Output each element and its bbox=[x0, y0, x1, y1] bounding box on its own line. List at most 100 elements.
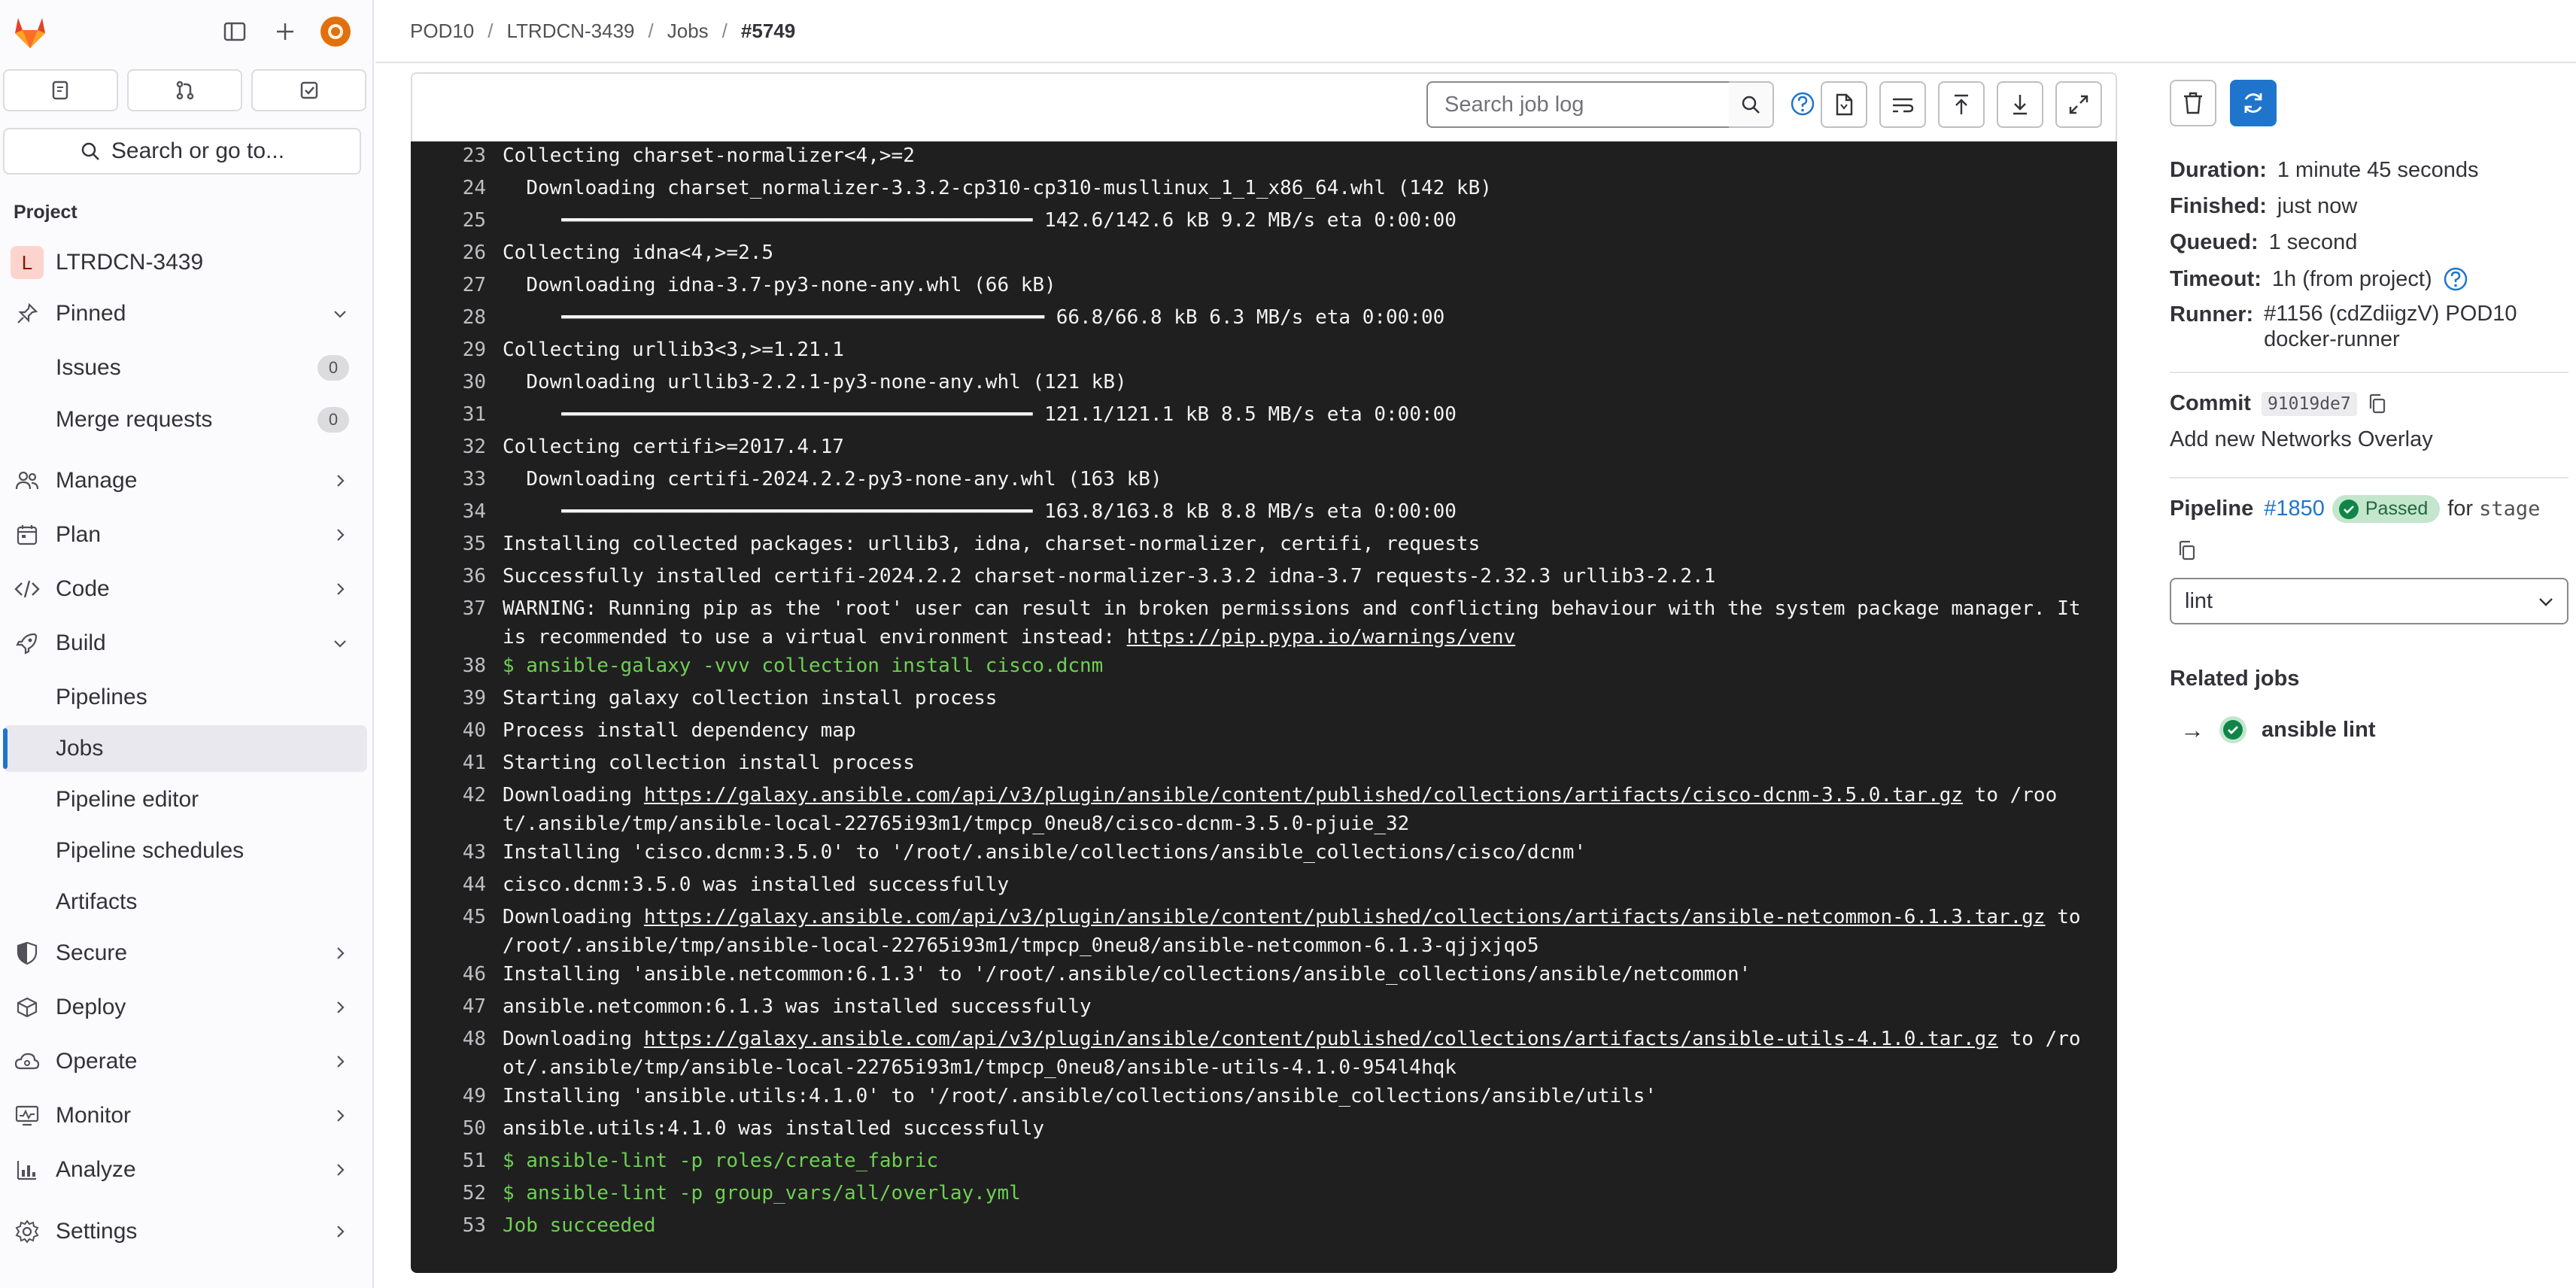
log-text: ━━━━━━━━━━━━━━━━━━━━━━━━━━━━━━━━━━━━━━━━… bbox=[503, 209, 1457, 232]
search-log-button[interactable] bbox=[1729, 81, 1774, 128]
pipeline-link[interactable]: #1850 bbox=[2264, 497, 2325, 521]
log-text: Job succeeded bbox=[503, 1214, 656, 1237]
log-line-number[interactable]: 29 bbox=[411, 336, 503, 368]
assigned-issues-button[interactable] bbox=[3, 69, 118, 111]
sidebar-item-build[interactable]: Build bbox=[3, 620, 367, 667]
log-line-number[interactable]: 31 bbox=[411, 400, 503, 433]
search-icon bbox=[1742, 96, 1760, 114]
log-link[interactable]: https://galaxy.ansible.com/api/v3/plugin… bbox=[644, 784, 1963, 807]
todo-button[interactable] bbox=[251, 69, 366, 111]
log-line-number[interactable]: 25 bbox=[411, 206, 503, 238]
log-line-number[interactable]: 46 bbox=[411, 960, 503, 992]
copy-icon[interactable] bbox=[2368, 393, 2387, 415]
plus-icon[interactable] bbox=[269, 15, 302, 48]
stage-select[interactable]: lint bbox=[2170, 578, 2568, 624]
user-avatar-icon[interactable] bbox=[319, 15, 352, 48]
log-link[interactable]: https://galaxy.ansible.com/api/v3/plugin… bbox=[644, 906, 2046, 928]
sidebar-item-secure[interactable]: Secure bbox=[3, 930, 367, 977]
log-line-number[interactable]: 39 bbox=[411, 684, 503, 716]
sidebar-item-pipeline-schedules[interactable]: Pipeline schedules bbox=[3, 828, 367, 874]
sidebar-item-label: Operate bbox=[56, 1049, 138, 1074]
sidebar-item-monitor[interactable]: Monitor bbox=[3, 1092, 367, 1139]
log-line-number[interactable]: 38 bbox=[411, 652, 503, 684]
related-jobs-heading: Related jobs bbox=[2170, 667, 2300, 691]
log-line-number[interactable]: 28 bbox=[411, 303, 503, 336]
log-line-number[interactable]: 26 bbox=[411, 238, 503, 271]
gitlab-logo-icon[interactable] bbox=[9, 11, 51, 53]
sidebar-item-pipeline-editor[interactable]: Pipeline editor bbox=[3, 776, 367, 823]
sidebar-item-issues[interactable]: Issues 0 bbox=[3, 345, 367, 391]
erase-job-button[interactable] bbox=[2170, 80, 2216, 126]
sidebar-item-plan[interactable]: Plan bbox=[3, 512, 367, 558]
breadcrumb: POD10 / LTRDCN-3439 / Jobs / #5749 bbox=[375, 0, 2576, 63]
log-line-number[interactable]: 37 bbox=[411, 594, 503, 652]
scroll-top-button[interactable] bbox=[1938, 81, 1985, 128]
log-line: 39 Starting galaxy collection install pro… bbox=[411, 684, 2117, 716]
log-line-number[interactable]: 50 bbox=[411, 1114, 503, 1147]
log-line-number[interactable]: 43 bbox=[411, 838, 503, 870]
toggle-wrap-button[interactable] bbox=[1879, 81, 1926, 128]
sidebar-toggle-icon[interactable] bbox=[218, 15, 251, 48]
log-line-text: ━━━━━━━━━━━━━━━━━━━━━━━━━━━━━━━━━━━━━━━━… bbox=[503, 206, 2117, 238]
pipeline-status-badge[interactable]: Passed bbox=[2331, 495, 2441, 523]
log-line-number[interactable]: 23 bbox=[411, 141, 503, 174]
sidebar-item-pipelines[interactable]: Pipelines bbox=[3, 674, 367, 721]
sidebar-item-manage[interactable]: Manage bbox=[3, 457, 367, 504]
sidebar-item-jobs[interactable]: Jobs bbox=[3, 725, 367, 772]
sidebar-item-operate[interactable]: Operate bbox=[3, 1038, 367, 1085]
show-raw-button[interactable] bbox=[1821, 81, 1867, 128]
log-line-number[interactable]: 45 bbox=[411, 903, 503, 960]
sidebar-item-label: Build bbox=[56, 630, 106, 655]
log-line-number[interactable]: 24 bbox=[411, 174, 503, 206]
log-line-number[interactable]: 42 bbox=[411, 781, 503, 838]
breadcrumb-item-job[interactable]: #5749 bbox=[741, 20, 795, 43]
merge-requests-button[interactable] bbox=[127, 69, 242, 111]
sidebar-item-settings[interactable]: Settings bbox=[3, 1208, 367, 1255]
search-go-button[interactable]: Search or go to... bbox=[3, 128, 361, 175]
log-line-number[interactable]: 36 bbox=[411, 562, 503, 594]
log-line-number[interactable]: 35 bbox=[411, 530, 503, 562]
sidebar-item-project[interactable]: L LTRDCN-3439 bbox=[3, 239, 367, 286]
fullscreen-button[interactable] bbox=[2055, 81, 2102, 128]
log-line-number[interactable]: 44 bbox=[411, 870, 503, 903]
scroll-bottom-button[interactable] bbox=[1997, 81, 2043, 128]
log-line-number[interactable]: 27 bbox=[411, 271, 503, 303]
log-line-number[interactable]: 34 bbox=[411, 497, 503, 530]
log-line-number[interactable]: 30 bbox=[411, 368, 503, 400]
related-job-item[interactable]: → ansible lint bbox=[2170, 715, 2375, 745]
commit-sha[interactable]: 91019de7 bbox=[2261, 391, 2357, 416]
copy-icon[interactable] bbox=[2177, 540, 2197, 561]
log-line-number[interactable]: 47 bbox=[411, 992, 503, 1025]
log-line-number[interactable]: 51 bbox=[411, 1147, 503, 1179]
queued-value: 1 second bbox=[2268, 230, 2358, 254]
breadcrumb-item-jobs[interactable]: Jobs bbox=[667, 20, 709, 43]
sidebar-item-merge-requests[interactable]: Merge requests 0 bbox=[3, 396, 367, 443]
breadcrumb-item-project[interactable]: LTRDCN-3439 bbox=[507, 20, 635, 43]
question-icon[interactable] bbox=[2443, 266, 2468, 292]
sidebar-item-analyze[interactable]: Analyze bbox=[3, 1147, 367, 1193]
timeout-row: Timeout: 1h (from project) bbox=[2170, 266, 2468, 292]
commit-title[interactable]: Add new Networks Overlay bbox=[2170, 427, 2433, 452]
calendar-icon bbox=[14, 521, 41, 548]
breadcrumb-item-group[interactable]: POD10 bbox=[410, 20, 474, 43]
pipeline-ref[interactable]: stage bbox=[2479, 497, 2540, 521]
log-line-number[interactable]: 52 bbox=[411, 1179, 503, 1211]
sidebar-item-pinned[interactable]: Pinned bbox=[3, 290, 367, 337]
question-icon[interactable] bbox=[1788, 89, 1818, 119]
sidebar-item-artifacts[interactable]: Artifacts bbox=[3, 879, 367, 925]
log-line-number[interactable]: 33 bbox=[411, 465, 503, 497]
sidebar-item-label: Merge requests bbox=[56, 407, 213, 432]
log-link[interactable]: https://galaxy.ansible.com/api/v3/plugin… bbox=[644, 1028, 1998, 1050]
search-job-log-input[interactable]: Search job log bbox=[1426, 81, 1730, 128]
log-link[interactable]: https://pip.pypa.io/warnings/venv bbox=[1127, 626, 1516, 649]
log-line-text: $ ansible-lint -p group_vars/all/overlay… bbox=[503, 1179, 2117, 1211]
sidebar-item-deploy[interactable]: Deploy bbox=[3, 984, 367, 1031]
log-line-number[interactable]: 41 bbox=[411, 749, 503, 781]
log-line-number[interactable]: 48 bbox=[411, 1025, 503, 1082]
retry-job-button[interactable] bbox=[2230, 80, 2277, 126]
log-line-number[interactable]: 32 bbox=[411, 433, 503, 465]
log-line-number[interactable]: 49 bbox=[411, 1082, 503, 1114]
log-line-number[interactable]: 40 bbox=[411, 716, 503, 749]
sidebar-item-code[interactable]: Code bbox=[3, 566, 367, 612]
log-line-number[interactable]: 53 bbox=[411, 1211, 503, 1244]
